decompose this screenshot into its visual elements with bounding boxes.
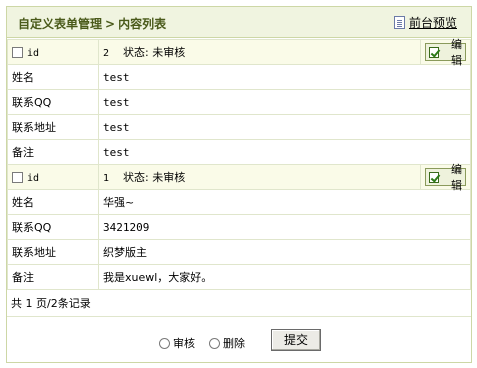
field-value: test xyxy=(98,139,471,165)
approve-label: 审核 xyxy=(173,337,195,350)
check-icon xyxy=(429,46,440,58)
pagination-info: 共 1 页/2条记录 xyxy=(7,291,471,317)
field-label: 联系QQ xyxy=(7,89,99,115)
field-row: 联系地址 织梦版主 xyxy=(7,239,471,265)
field-label: 联系QQ xyxy=(7,214,99,240)
records-table: id 2 状态: 未审核 编辑 姓名 test 联系QQ test 联系地址 te… xyxy=(7,38,471,290)
field-row: 姓名 华强~ xyxy=(7,189,471,215)
field-label: 备注 xyxy=(7,264,99,290)
field-label: 姓名 xyxy=(7,189,99,215)
id-label: id xyxy=(27,172,40,184)
breadcrumb: 自定义表单管理 > 内容列表 xyxy=(18,15,166,32)
frontend-preview-link[interactable]: 前台预览 xyxy=(393,14,457,31)
record-select-checkbox[interactable] xyxy=(12,172,23,183)
field-row: 联系QQ test xyxy=(7,89,471,115)
edit-cell: 编辑 xyxy=(420,38,471,67)
record-status: 状态: 未审核 xyxy=(123,46,186,59)
record-select-checkbox[interactable] xyxy=(12,47,23,58)
submit-button[interactable]: 提交 xyxy=(271,329,321,351)
edit-label: 编辑 xyxy=(451,163,462,192)
field-value: test xyxy=(98,64,471,90)
field-label: 联系地址 xyxy=(7,239,99,265)
field-label: 姓名 xyxy=(7,64,99,90)
field-row: 联系地址 test xyxy=(7,114,471,140)
document-icon xyxy=(393,16,405,29)
field-row: 备注 我是xuewl，大家好。 xyxy=(7,264,471,290)
edit-label: 编辑 xyxy=(451,38,462,67)
field-value: 华强~ xyxy=(98,189,471,215)
record-meta: 1 状态: 未审核 xyxy=(98,164,421,190)
approve-radio[interactable]: 审核 xyxy=(159,335,195,351)
field-row: 姓名 test xyxy=(7,64,471,90)
frontend-preview-label[interactable]: 前台预览 xyxy=(409,14,457,31)
record-header: id xyxy=(7,164,99,190)
radio-icon[interactable] xyxy=(159,337,170,349)
record-meta: 2 状态: 未审核 xyxy=(98,39,421,65)
field-row: 备注 test xyxy=(7,139,471,165)
delete-radio[interactable]: 删除 xyxy=(209,335,245,351)
record-id: 2 xyxy=(103,48,110,59)
field-value: test xyxy=(98,89,471,115)
content-list-panel: 自定义表单管理 > 内容列表 前台预览 id 2 状态: 未审核 编辑 姓名 t… xyxy=(6,6,472,363)
check-icon xyxy=(429,171,440,183)
record-status: 状态: 未审核 xyxy=(123,171,186,184)
title-bar: 自定义表单管理 > 内容列表 前台预览 xyxy=(7,7,471,38)
breadcrumb-root[interactable]: 自定义表单管理 xyxy=(18,17,102,31)
edit-button[interactable]: 编辑 xyxy=(425,38,466,67)
record-header: id xyxy=(7,39,99,65)
delete-label: 删除 xyxy=(223,337,245,350)
field-label: 联系地址 xyxy=(7,114,99,140)
field-value: 织梦版主 xyxy=(98,239,471,265)
field-value: 我是xuewl，大家好。 xyxy=(98,264,471,290)
record-header-row: id 2 状态: 未审核 编辑 xyxy=(7,38,471,67)
breadcrumb-current: 内容列表 xyxy=(118,17,167,31)
edit-cell: 编辑 xyxy=(420,163,471,192)
edit-button[interactable]: 编辑 xyxy=(425,163,466,192)
breadcrumb-separator: > xyxy=(105,17,116,31)
radio-icon[interactable] xyxy=(209,337,220,349)
bulk-actions: 审核 删除 提交 xyxy=(7,325,471,355)
field-label: 备注 xyxy=(7,139,99,165)
field-row: 联系QQ 3421209 xyxy=(7,214,471,240)
id-label: id xyxy=(27,47,40,59)
field-value: test xyxy=(98,114,471,140)
record-header-row: id 1 状态: 未审核 编辑 xyxy=(7,163,471,192)
field-value: 3421209 xyxy=(98,214,471,240)
record-id: 1 xyxy=(103,173,110,184)
